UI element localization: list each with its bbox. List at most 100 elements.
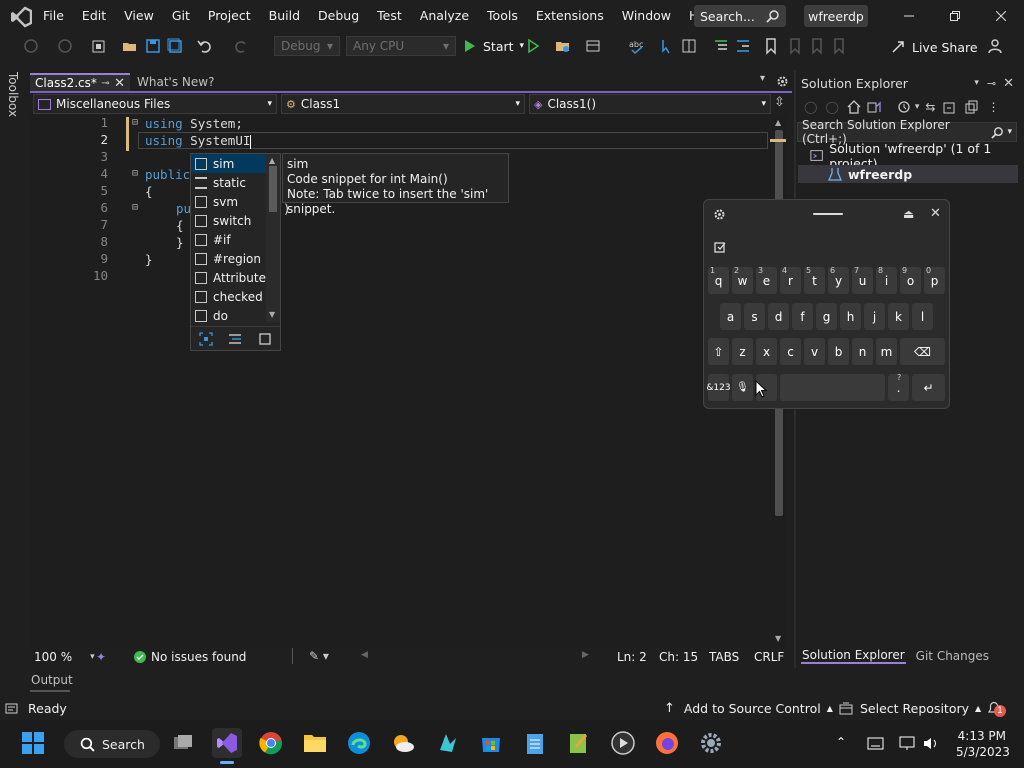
key-l[interactable]: l	[912, 303, 933, 330]
space-key[interactable]	[780, 374, 885, 401]
chrome-icon[interactable]	[256, 728, 286, 758]
prev-bookmark-icon[interactable]	[786, 37, 804, 55]
select-repository-button[interactable]: Select Repository ▲	[839, 701, 981, 716]
spell-check-icon[interactable]: abc	[628, 37, 646, 55]
solution-name-badge[interactable]: wfreerdp	[804, 5, 868, 27]
task-view-icon[interactable]	[168, 728, 198, 758]
clipboard-icon[interactable]	[714, 241, 726, 253]
file-explorer-icon[interactable]	[300, 728, 330, 758]
brush-icon[interactable]: ✎ ▾	[309, 649, 329, 663]
issues-indicator[interactable]: No issues found	[134, 650, 246, 664]
menu-edit[interactable]: Edit	[73, 0, 115, 32]
clear-bookmarks-icon[interactable]	[830, 37, 848, 55]
scroll-up-icon[interactable]: ▲	[775, 118, 781, 127]
save-all-icon[interactable]	[166, 37, 184, 55]
tab-whats-new[interactable]: What's New?	[133, 73, 218, 91]
taskbar-search-button[interactable]: Search	[64, 730, 160, 758]
key-m[interactable]: m	[876, 338, 897, 365]
enter-key[interactable]: ↵	[912, 374, 945, 401]
tree-item-project[interactable]: wfreerdp	[828, 165, 912, 183]
browse-folder-icon[interactable]	[554, 37, 572, 55]
close-window-button[interactable]	[978, 0, 1024, 32]
switch-views-icon[interactable]	[867, 100, 881, 114]
scroll-right-icon[interactable]: ▶	[582, 650, 589, 660]
sync-icon[interactable]: ⇆	[925, 100, 935, 114]
menu-tools[interactable]: Tools	[478, 0, 527, 32]
line-ending-indicator[interactable]: CRLF	[754, 650, 784, 664]
notifications-button[interactable]: 1	[986, 700, 1006, 717]
solution-configuration-dropdown[interactable]: Debug ▾	[274, 36, 340, 56]
layout-icon[interactable]	[584, 37, 602, 55]
key-o[interactable]: 9o	[900, 266, 921, 294]
live-share-button[interactable]: Live Share	[890, 38, 978, 56]
menu-debug[interactable]: Debug	[309, 0, 368, 32]
drag-handle[interactable]	[813, 213, 843, 215]
network-icon[interactable]	[899, 736, 915, 751]
split-editor-icon[interactable]: ⇳	[774, 95, 785, 110]
align-icon[interactable]	[712, 37, 730, 55]
clock-time[interactable]: 4:13 PM	[956, 729, 1006, 743]
solution-platform-dropdown[interactable]: Any CPU ▾	[346, 36, 456, 56]
column-indicator[interactable]: Ch: 15	[659, 650, 698, 664]
menu-git[interactable]: Git	[163, 0, 199, 32]
key-p[interactable]: 0p	[924, 266, 945, 294]
home-icon[interactable]	[847, 100, 861, 114]
settings-app-icon[interactable]	[696, 728, 726, 758]
key-g[interactable]: g	[816, 303, 837, 330]
start-debugging-button[interactable]: Start ▾	[463, 36, 524, 56]
search-box[interactable]: Search...	[694, 5, 786, 27]
select-icon[interactable]	[658, 37, 676, 55]
menu-test[interactable]: Test	[368, 0, 411, 32]
more-options-icon[interactable]: ⋮	[987, 100, 999, 114]
type-dropdown[interactable]: ⚙ Class1 ▾	[281, 94, 525, 114]
close-keyboard-icon[interactable]: ✕	[930, 206, 941, 221]
clock-date[interactable]: 5/3/2023	[956, 745, 1010, 759]
notepad-plus-plus-icon[interactable]	[564, 728, 594, 758]
key-a[interactable]: a	[720, 303, 741, 330]
key-d[interactable]: d	[768, 303, 789, 330]
keyword-filter-icon[interactable]	[228, 332, 242, 346]
scroll-left-icon[interactable]: ◀	[361, 650, 368, 660]
feedback-icon[interactable]	[986, 37, 1004, 55]
weather-icon[interactable]	[388, 728, 418, 758]
key-z[interactable]: z	[732, 338, 753, 365]
key-t[interactable]: 5t	[804, 266, 825, 294]
menu-extensions[interactable]: Extensions	[527, 0, 613, 32]
key-j[interactable]: j	[864, 303, 885, 330]
key-w[interactable]: 2w	[732, 266, 753, 294]
collapse-all-icon[interactable]	[943, 100, 957, 114]
shift-key[interactable]: ⇧	[708, 338, 729, 365]
notepad-icon[interactable]	[520, 728, 550, 758]
settings-icon[interactable]	[713, 208, 726, 221]
tab-solution-explorer[interactable]: Solution Explorer	[801, 648, 906, 664]
scroll-up-icon[interactable]: ▲	[269, 156, 275, 165]
symbols-key[interactable]: &123	[706, 374, 731, 401]
collapse-icon[interactable]: ⊟	[132, 117, 138, 128]
edge-icon[interactable]	[344, 728, 374, 758]
key-c[interactable]: c	[780, 338, 801, 365]
chevron-down-icon[interactable]: ▾	[915, 102, 920, 112]
completion-item[interactable]: #region	[191, 249, 267, 268]
menu-window[interactable]: Window	[613, 0, 680, 32]
chevron-down-icon[interactable]: ▾	[974, 78, 979, 88]
key-x[interactable]: x	[756, 338, 777, 365]
back-icon[interactable]: ◯	[804, 100, 817, 114]
key-e[interactable]: 3e	[756, 266, 777, 294]
menu-analyze[interactable]: Analyze	[411, 0, 478, 32]
key-period[interactable]: ?.	[888, 373, 909, 401]
menu-view[interactable]: View	[115, 0, 163, 32]
intellicode-icon[interactable]: ✦	[96, 650, 106, 664]
azure-data-studio-icon[interactable]	[432, 728, 462, 758]
key-i[interactable]: 8i	[876, 266, 897, 294]
show-all-files-icon[interactable]	[965, 100, 979, 114]
solution-explorer-search[interactable]: Search Solution Explorer (Ctrl+;) ▾	[797, 118, 1017, 146]
completion-item[interactable]: static	[191, 173, 267, 192]
new-project-icon[interactable]	[90, 37, 108, 55]
dock-icon[interactable]: ⏏	[903, 207, 914, 221]
completion-item[interactable]: do	[191, 306, 267, 325]
key-v[interactable]: v	[804, 338, 825, 365]
tree-item-solution[interactable]: Solution 'wfreerdp' (1 of 1 project)	[810, 141, 1018, 171]
menu-file[interactable]: File	[34, 0, 73, 32]
output-tab[interactable]: Output	[31, 673, 73, 691]
pin-icon[interactable]: ⊸	[987, 77, 996, 90]
